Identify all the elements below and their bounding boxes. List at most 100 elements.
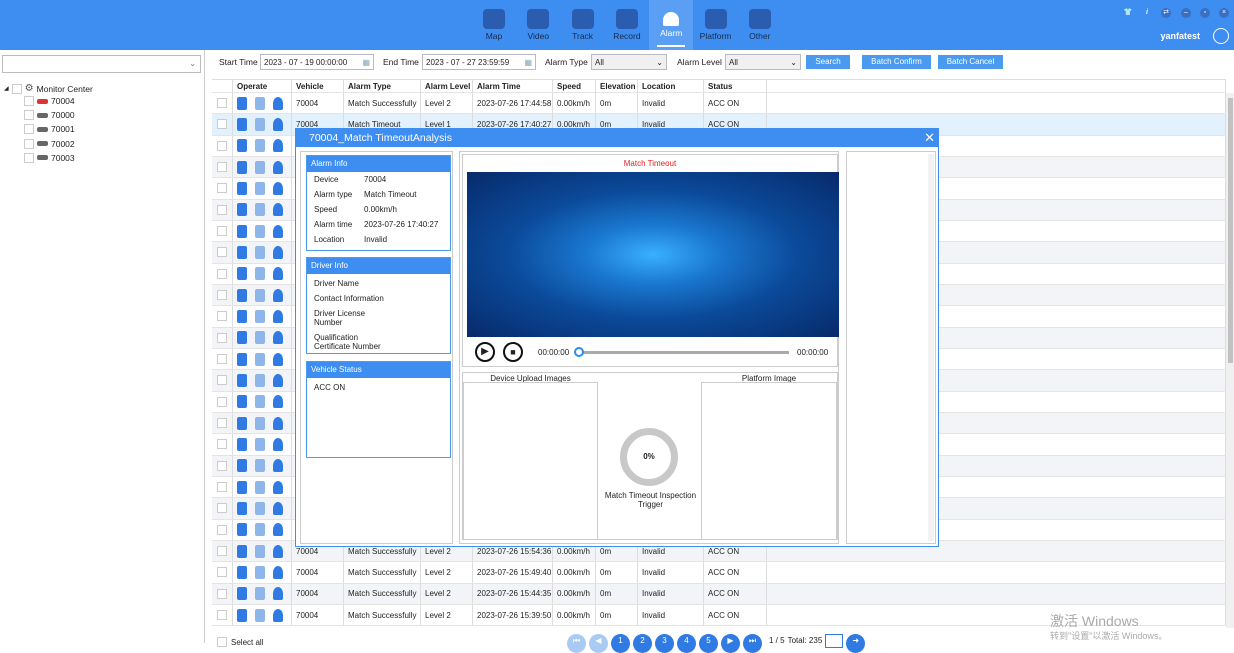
process-icon[interactable] <box>255 288 265 302</box>
tree-root[interactable]: ◢ ⚙ Monitor Center <box>4 83 93 94</box>
view-detail-icon[interactable] <box>237 96 247 110</box>
table-row[interactable]: 70004 Match Successfully Level 2 2023-07-26… <box>212 583 1226 605</box>
view-detail-icon[interactable] <box>237 352 247 366</box>
view-detail-icon[interactable] <box>237 117 247 131</box>
table-row[interactable]: 70004 Match Successfully Level 2 2023-07-26… <box>212 562 1226 584</box>
calendar-icon[interactable]: ▦ <box>362 58 370 67</box>
row-checkbox[interactable] <box>217 460 227 471</box>
alarm-bell-icon[interactable] <box>273 181 283 195</box>
view-detail-icon[interactable] <box>237 608 247 622</box>
calendar-icon[interactable]: ▦ <box>524 58 532 67</box>
header-cell[interactable] <box>212 80 233 92</box>
row-checkbox[interactable] <box>217 98 227 109</box>
table-scrollbar[interactable] <box>1226 93 1234 628</box>
header-cell[interactable]: Alarm Type <box>344 80 421 92</box>
alarm-bell-icon[interactable] <box>273 395 283 409</box>
header-cell[interactable]: Speed <box>553 80 596 92</box>
view-detail-icon[interactable] <box>237 480 247 494</box>
view-detail-icon[interactable] <box>237 245 247 259</box>
process-icon[interactable] <box>255 437 265 451</box>
row-checkbox[interactable] <box>217 482 227 493</box>
header-cell[interactable]: Alarm Level <box>421 80 473 92</box>
header-cell[interactable]: Vehicle <box>292 80 344 92</box>
alarm-bell-icon[interactable] <box>273 288 283 302</box>
header-cell[interactable]: Alarm Time <box>473 80 553 92</box>
alarm-bell-icon[interactable] <box>273 139 283 153</box>
process-icon[interactable] <box>255 331 265 345</box>
process-icon[interactable] <box>255 501 265 515</box>
nav-platform[interactable]: Platform <box>694 0 738 50</box>
process-icon[interactable] <box>255 395 265 409</box>
page-button[interactable]: 5 <box>699 634 718 653</box>
view-detail-icon[interactable] <box>237 416 247 430</box>
skin-icon[interactable]: 👕 <box>1123 8 1133 18</box>
last-page-button[interactable]: ⏭ <box>743 634 762 653</box>
nav-other[interactable]: Other <box>738 0 782 50</box>
alarm-bell-icon[interactable] <box>273 416 283 430</box>
nav-alarm[interactable]: Alarm <box>649 0 694 50</box>
view-detail-icon[interactable] <box>237 395 247 409</box>
alarm-bell-icon[interactable] <box>273 459 283 473</box>
nav-track[interactable]: Track <box>561 0 605 50</box>
view-detail-icon[interactable] <box>237 544 247 558</box>
process-icon[interactable] <box>255 544 265 558</box>
avatar-icon[interactable] <box>1213 28 1229 44</box>
process-icon[interactable] <box>255 309 265 323</box>
alarm-bell-icon[interactable] <box>273 480 283 494</box>
tree-checkbox[interactable] <box>24 152 34 163</box>
header-cell[interactable]: Elevation <box>596 80 638 92</box>
view-detail-icon[interactable] <box>237 523 247 537</box>
header-cell[interactable] <box>767 80 1226 92</box>
view-detail-icon[interactable] <box>237 181 247 195</box>
view-detail-icon[interactable] <box>237 459 247 473</box>
tree-vehicle[interactable]: 70002 <box>24 138 75 149</box>
process-icon[interactable] <box>255 267 265 281</box>
alarm-bell-icon[interactable] <box>273 437 283 451</box>
alarm-bell-icon[interactable] <box>273 523 283 537</box>
process-icon[interactable] <box>255 523 265 537</box>
minimize-icon[interactable]: – <box>1181 8 1191 18</box>
view-detail-icon[interactable] <box>237 437 247 451</box>
row-checkbox[interactable] <box>217 183 227 194</box>
row-checkbox[interactable] <box>217 247 227 258</box>
row-checkbox[interactable] <box>217 396 227 407</box>
row-checkbox[interactable] <box>217 332 227 343</box>
tree-vehicle[interactable]: 70001 <box>24 124 75 135</box>
view-detail-icon[interactable] <box>237 565 247 579</box>
tree-checkbox[interactable] <box>11 83 22 94</box>
page-button[interactable]: 2 <box>633 634 652 653</box>
alarm-bell-icon[interactable] <box>273 587 283 601</box>
process-icon[interactable] <box>255 203 265 217</box>
tree-checkbox[interactable] <box>24 124 34 135</box>
process-icon[interactable] <box>255 352 265 366</box>
page-button[interactable]: 3 <box>655 634 674 653</box>
tree-vehicle[interactable]: 70004 <box>24 96 75 106</box>
process-icon[interactable] <box>255 139 265 153</box>
tree-checkbox[interactable] <box>24 96 34 106</box>
tree-vehicle[interactable]: 70003 <box>24 152 75 163</box>
switch-icon[interactable]: ⇄ <box>1161 8 1171 18</box>
alarm-bell-icon[interactable] <box>273 608 283 622</box>
page-jump-input[interactable] <box>825 634 844 648</box>
page-button[interactable]: 1 <box>611 634 630 653</box>
view-detail-icon[interactable] <box>237 373 247 387</box>
row-checkbox[interactable] <box>217 524 227 535</box>
close-window-icon[interactable]: × <box>1219 8 1229 18</box>
alarm-bell-icon[interactable] <box>273 501 283 515</box>
process-icon[interactable] <box>255 416 265 430</box>
view-detail-icon[interactable] <box>237 331 247 345</box>
alarm-bell-icon[interactable] <box>273 373 283 387</box>
stop-button[interactable]: ■ <box>503 342 523 362</box>
alarm-bell-icon[interactable] <box>273 267 283 281</box>
batch-confirm-button[interactable]: Batch Confirm <box>862 55 931 69</box>
alarm-bell-icon[interactable] <box>273 352 283 366</box>
username[interactable]: yanfatest <box>1160 31 1200 41</box>
view-detail-icon[interactable] <box>237 139 247 153</box>
scrollbar-thumb[interactable] <box>1227 98 1233 363</box>
process-icon[interactable] <box>255 373 265 387</box>
nav-map[interactable]: Map <box>472 0 516 50</box>
view-detail-icon[interactable] <box>237 587 247 601</box>
select-all-checkbox[interactable] <box>217 637 227 647</box>
view-detail-icon[interactable] <box>237 224 247 238</box>
row-checkbox[interactable] <box>217 588 227 599</box>
